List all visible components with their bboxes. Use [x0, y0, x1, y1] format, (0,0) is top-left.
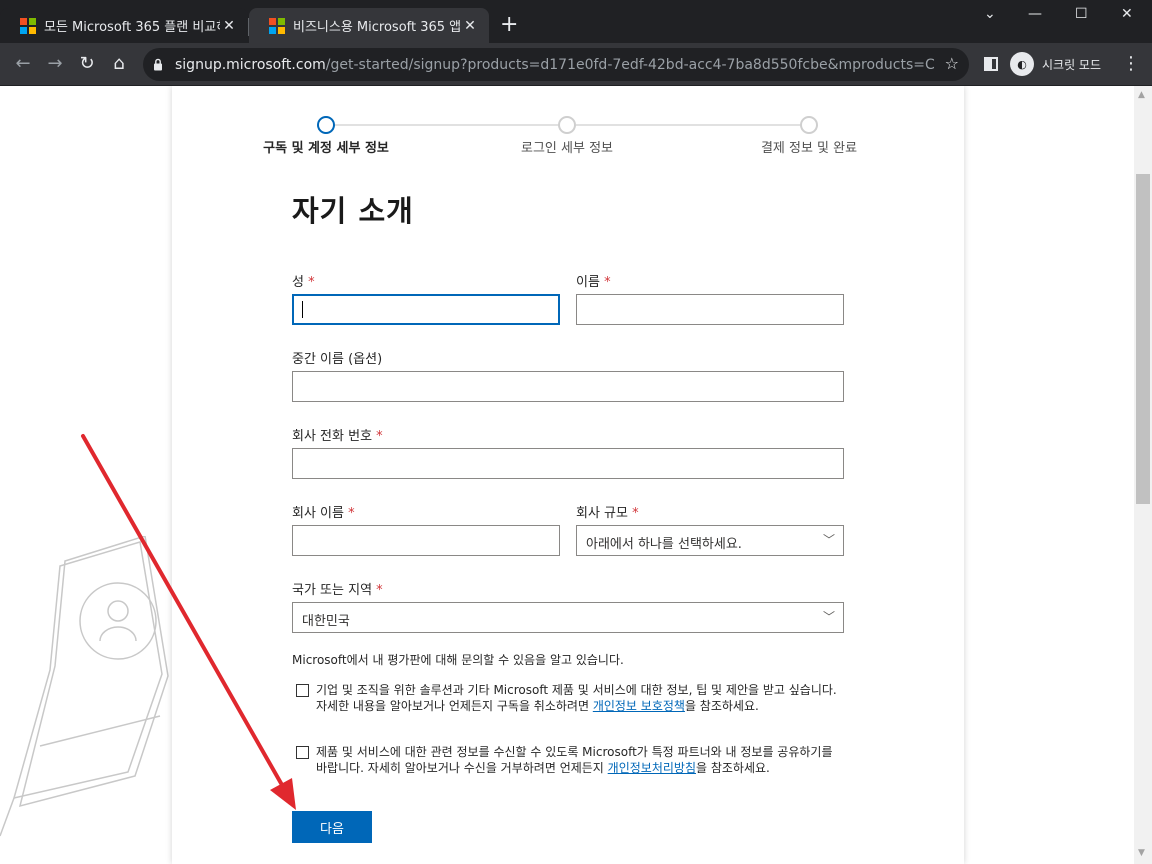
incognito-label: 시크릿 모드 [1042, 57, 1102, 72]
tab-close-icon[interactable]: ✕ [461, 18, 479, 34]
page-title: 자기 소개 [292, 194, 414, 228]
side-panel-icon[interactable] [984, 57, 998, 71]
tab-search-dropdown-icon[interactable]: ⌄ [984, 6, 996, 22]
country-value: 대한민국 [302, 614, 350, 629]
step-label-1: 구독 및 계정 세부 정보 [263, 141, 389, 156]
company-name-label: 회사 이름 * [292, 506, 355, 521]
microsoft-logo-icon [20, 17, 36, 34]
privacy-policy-link[interactable]: 개인정보 보호정책 [593, 699, 685, 713]
reload-icon[interactable]: ↻ [76, 53, 98, 75]
text-caret [302, 301, 303, 318]
consent-row-marketing: 기업 및 조직을 위한 솔루션과 기타 Microsoft 제품 및 서비스에 … [292, 682, 844, 714]
tab-business-apps[interactable]: 비즈니스용 Microsoft 365 앱 - 특 ✕ [249, 8, 489, 43]
company-size-label: 회사 규모 * [576, 506, 639, 521]
step-indicator-3 [800, 116, 818, 134]
company-name-input[interactable] [292, 525, 560, 556]
next-button[interactable]: 다음 [292, 811, 372, 843]
id-card-illustration [0, 536, 169, 837]
lock-icon [154, 58, 162, 71]
page-scrollbar[interactable]: ▲ ▼ [1134, 86, 1152, 864]
step-label-3: 결제 정보 및 완료 [760, 141, 858, 156]
scroll-down-icon[interactable]: ▼ [1138, 848, 1145, 858]
url-text: signup.microsoft.com/get-started/signup?… [175, 57, 935, 73]
marketing-consent-checkbox[interactable] [296, 684, 309, 697]
address-bar[interactable]: signup.microsoft.com/get-started/signup?… [143, 48, 969, 81]
partner-sharing-text: 제품 및 서비스에 대한 관련 정보를 수신할 수 있도록 Microsoft가… [316, 745, 833, 775]
chevron-down-icon: ﹀ [822, 610, 835, 624]
chevron-down-icon: ﹀ [822, 533, 835, 547]
middle-name-input[interactable] [292, 371, 844, 402]
contact-notice: Microsoft에서 내 평가판에 대해 문의할 수 있음을 알고 있습니다. [292, 653, 624, 667]
scroll-up-icon[interactable]: ▲ [1138, 90, 1145, 100]
close-window-button[interactable]: ✕ [1121, 6, 1133, 22]
consent-row-partners: 제품 및 서비스에 대한 관련 정보를 수신할 수 있도록 Microsoft가… [292, 744, 844, 776]
about-you-form: 자기 소개 성 * 이름 * 중간 이름 (옵션) 회사 전화 번호 * 회사 … [292, 188, 844, 775]
forward-arrow-icon[interactable]: → [44, 53, 66, 75]
first-name-label: 이름 * [576, 275, 611, 290]
step-connector [335, 124, 567, 126]
marketing-consent-text: 기업 및 조직을 위한 솔루션과 기타 Microsoft 제품 및 서비스에 … [316, 683, 837, 713]
page-viewport: 구독 및 계정 세부 정보 로그인 세부 정보 결제 정보 및 완료 자기 소개… [0, 86, 1134, 864]
step-connector [576, 124, 805, 126]
tab-title: 비즈니스용 Microsoft 365 앱 - 특 [293, 20, 461, 35]
signup-card: 구독 및 계정 세부 정보 로그인 세부 정보 결제 정보 및 완료 자기 소개… [172, 86, 964, 864]
tab-compare-plans[interactable]: 모든 Microsoft 365 플랜 비교하 ✕ [0, 8, 248, 43]
scrollbar-thumb[interactable] [1136, 174, 1150, 504]
url-path: /get-started/signup?products=d171e0fd-7e… [325, 56, 935, 73]
minimize-button[interactable]: — [1028, 6, 1042, 22]
partner-sharing-checkbox[interactable] [296, 746, 309, 759]
step-indicator-2 [558, 116, 576, 134]
tab-strip: 모든 Microsoft 365 플랜 비교하 ✕ 비즈니스용 Microsof… [0, 0, 1152, 43]
country-select[interactable]: 대한민국 ﹀ [292, 602, 844, 633]
maximize-button[interactable]: ☐ [1075, 6, 1088, 22]
last-name-input[interactable] [292, 294, 560, 325]
home-icon[interactable]: ⌂ [108, 53, 130, 75]
last-name-label: 성 * [292, 275, 315, 290]
privacy-statement-link[interactable]: 개인정보처리방침 [608, 761, 696, 775]
tab-title: 모든 Microsoft 365 플랜 비교하 [44, 20, 220, 35]
first-name-input[interactable] [576, 294, 844, 325]
tab-close-icon[interactable]: ✕ [220, 18, 238, 34]
bookmark-star-icon[interactable]: ☆ [945, 54, 959, 73]
browser-toolbar: ← → ↻ ⌂ signup.microsoft.com/get-started… [0, 43, 1152, 86]
microsoft-logo-icon [269, 17, 285, 34]
more-menu-icon[interactable]: ⋮ [1120, 53, 1142, 75]
back-arrow-icon[interactable]: ← [12, 53, 34, 75]
step-label-2: 로그인 세부 정보 [521, 141, 613, 156]
middle-name-label: 중간 이름 (옵션) [292, 352, 383, 367]
country-label: 국가 또는 지역 * [292, 583, 383, 598]
url-host: signup.microsoft.com [175, 56, 326, 73]
company-size-select[interactable]: 아래에서 하나를 선택하세요. ﹀ [576, 525, 844, 556]
step-indicator-1 [317, 116, 335, 134]
phone-label: 회사 전화 번호 * [292, 429, 383, 444]
incognito-indicator[interactable]: ◐ 시크릿 모드 [1010, 51, 1101, 77]
incognito-icon: ◐ [1010, 52, 1034, 76]
new-tab-button[interactable]: + [500, 13, 518, 37]
phone-input[interactable] [292, 448, 844, 479]
company-size-value: 아래에서 하나를 선택하세요. [586, 537, 742, 552]
